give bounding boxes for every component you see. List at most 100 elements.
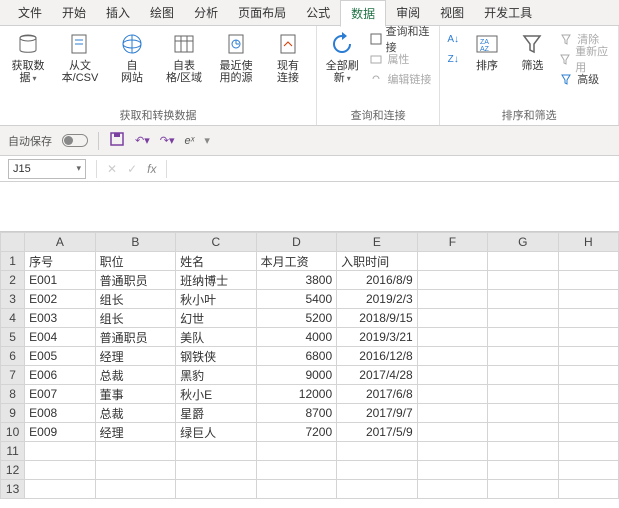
cell-D11[interactable]	[256, 442, 337, 461]
cell-A5[interactable]: E004	[25, 328, 95, 347]
undo-icon[interactable]: ↶▾	[135, 134, 150, 147]
cell-F13[interactable]	[417, 480, 487, 499]
cell-H1[interactable]	[558, 252, 618, 271]
cell-B2[interactable]: 普通职员	[95, 271, 176, 290]
cell-E2[interactable]: 2016/8/9	[337, 271, 418, 290]
cell-H6[interactable]	[558, 347, 618, 366]
row-header-3[interactable]: 3	[1, 290, 25, 309]
row-header-13[interactable]: 13	[1, 480, 25, 499]
cell-B11[interactable]	[95, 442, 176, 461]
cell-C6[interactable]: 钢铁侠	[176, 347, 257, 366]
cell-B8[interactable]: 董事	[95, 385, 176, 404]
cell-G2[interactable]	[488, 271, 558, 290]
menu-公式[interactable]: 公式	[296, 0, 340, 25]
menu-插入[interactable]: 插入	[96, 0, 140, 25]
cell-A4[interactable]: E003	[25, 309, 95, 328]
cell-D12[interactable]	[256, 461, 337, 480]
cell-A12[interactable]	[25, 461, 95, 480]
cell-A8[interactable]: E007	[25, 385, 95, 404]
row-header-1[interactable]: 1	[1, 252, 25, 271]
cell-E12[interactable]	[337, 461, 418, 480]
cell-A1[interactable]: 序号	[25, 252, 95, 271]
menu-开发工具[interactable]: 开发工具	[474, 0, 542, 25]
col-header-C[interactable]: C	[176, 233, 257, 252]
enter-icon[interactable]: ✓	[127, 162, 137, 176]
cell-F11[interactable]	[417, 442, 487, 461]
g1-btn-3[interactable]: 自表 格/区域	[162, 30, 206, 84]
cell-E7[interactable]: 2017/4/28	[337, 366, 418, 385]
cell-G5[interactable]	[488, 328, 558, 347]
menu-绘图[interactable]: 绘图	[140, 0, 184, 25]
menu-页面布局[interactable]: 页面布局	[228, 0, 296, 25]
col-header-H[interactable]: H	[558, 233, 618, 252]
save-icon[interactable]	[109, 131, 125, 150]
cell-F8[interactable]	[417, 385, 487, 404]
cell-E13[interactable]	[337, 480, 418, 499]
cell-H13[interactable]	[558, 480, 618, 499]
cell-C2[interactable]: 班纳博士	[176, 271, 257, 290]
row-header-8[interactable]: 8	[1, 385, 25, 404]
fx-icon[interactable]: eˣ	[185, 135, 195, 147]
row-header-6[interactable]: 6	[1, 347, 25, 366]
cell-E1[interactable]: 入职时间	[337, 252, 418, 271]
cell-F1[interactable]	[417, 252, 487, 271]
row-header-12[interactable]: 12	[1, 461, 25, 480]
cell-D9[interactable]: 8700	[256, 404, 337, 423]
qat-more[interactable]: ▾	[204, 134, 210, 147]
menu-文件[interactable]: 文件	[8, 0, 52, 25]
menu-审阅[interactable]: 审阅	[386, 0, 430, 25]
menu-开始[interactable]: 开始	[52, 0, 96, 25]
redo-icon[interactable]: ↷▾	[160, 134, 175, 147]
cell-B1[interactable]: 职位	[95, 252, 176, 271]
row-header-9[interactable]: 9	[1, 404, 25, 423]
cell-E4[interactable]: 2018/9/15	[337, 309, 418, 328]
g1-btn-1[interactable]: 从文 本/CSV	[58, 30, 102, 84]
cell-D7[interactable]: 9000	[256, 366, 337, 385]
cell-F10[interactable]	[417, 423, 487, 442]
cell-A9[interactable]: E008	[25, 404, 95, 423]
cell-B10[interactable]: 经理	[95, 423, 176, 442]
cell-D8[interactable]: 12000	[256, 385, 337, 404]
cell-G3[interactable]	[488, 290, 558, 309]
cell-B13[interactable]	[95, 480, 176, 499]
f-side-2[interactable]: 高级	[559, 70, 612, 88]
cell-C3[interactable]: 秋小叶	[176, 290, 257, 309]
q-side-0[interactable]: 查询和连接	[369, 30, 433, 48]
cell-B9[interactable]: 总裁	[95, 404, 176, 423]
cell-C7[interactable]: 黑豹	[176, 366, 257, 385]
cell-B3[interactable]: 组长	[95, 290, 176, 309]
cell-C9[interactable]: 星爵	[176, 404, 257, 423]
cell-G7[interactable]	[488, 366, 558, 385]
menu-数据[interactable]: 数据	[340, 0, 386, 27]
filter-button[interactable]: 筛选	[514, 30, 551, 72]
col-header-A[interactable]: A	[25, 233, 95, 252]
cell-C13[interactable]	[176, 480, 257, 499]
spreadsheet-grid[interactable]: ABCDEFGH 1序号职位姓名本月工资入职时间2E001普通职员班纳博士380…	[0, 232, 619, 499]
cell-A6[interactable]: E005	[25, 347, 95, 366]
cell-D1[interactable]: 本月工资	[256, 252, 337, 271]
cell-H8[interactable]	[558, 385, 618, 404]
sort-asc-button[interactable]: A↓	[446, 30, 460, 48]
cell-F9[interactable]	[417, 404, 487, 423]
cell-C12[interactable]	[176, 461, 257, 480]
cell-G11[interactable]	[488, 442, 558, 461]
cell-C4[interactable]: 幻世	[176, 309, 257, 328]
cell-E6[interactable]: 2016/12/8	[337, 347, 418, 366]
row-header-2[interactable]: 2	[1, 271, 25, 290]
cell-C10[interactable]: 绿巨人	[176, 423, 257, 442]
g1-btn-0[interactable]: 获取数 据▾	[6, 30, 50, 85]
cell-B12[interactable]	[95, 461, 176, 480]
col-header-G[interactable]: G	[488, 233, 558, 252]
cell-F5[interactable]	[417, 328, 487, 347]
cell-A13[interactable]	[25, 480, 95, 499]
cell-H3[interactable]	[558, 290, 618, 309]
g1-btn-2[interactable]: 自 网站	[110, 30, 154, 84]
row-header-10[interactable]: 10	[1, 423, 25, 442]
sort-desc-button[interactable]: Z↓	[446, 50, 460, 68]
cell-H4[interactable]	[558, 309, 618, 328]
cell-C11[interactable]	[176, 442, 257, 461]
menu-视图[interactable]: 视图	[430, 0, 474, 25]
cell-G1[interactable]	[488, 252, 558, 271]
cell-H11[interactable]	[558, 442, 618, 461]
cell-D5[interactable]: 4000	[256, 328, 337, 347]
